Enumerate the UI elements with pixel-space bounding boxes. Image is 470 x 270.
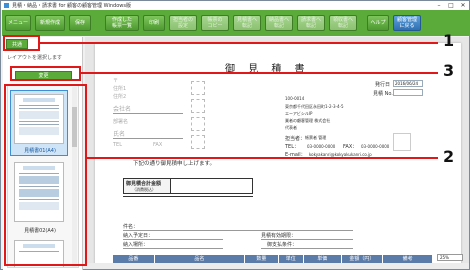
app-icon bbox=[4, 3, 9, 8]
company-postal[interactable]: 100-0014 bbox=[285, 96, 304, 101]
company-address1[interactable]: 東京都千代田区永田町1-2-3-4-5 bbox=[285, 104, 344, 110]
delivery-date-label: 納入予定日： bbox=[123, 233, 154, 239]
highlight-tab bbox=[3, 35, 40, 51]
subject-label: 件名： bbox=[123, 224, 139, 230]
issue-date-field[interactable]: 2016/06/24 bbox=[393, 80, 423, 87]
company-name[interactable]: 業者の顧客管理 株式会社 bbox=[285, 118, 330, 124]
to-estimate-button[interactable]: 見積書へ 転記 bbox=[233, 15, 261, 31]
fax-label: FAX： bbox=[343, 144, 358, 150]
client-fax[interactable]: FAX bbox=[153, 142, 162, 148]
to-receipt-button[interactable]: 領収書へ 転記 bbox=[329, 15, 357, 31]
callout-line-1 bbox=[40, 42, 438, 44]
back-to-customer-button[interactable]: 顧客管理 に戻る bbox=[393, 15, 421, 31]
title-bar: 見積・納品・請求書 for 顧客の顧客管理 Windows版 – □ ✕ bbox=[1, 1, 469, 10]
estimate-paper: 御 見 積 書 〒 住所1 住所2 会社名 部署名 氏名 TEL FAX 発行日… bbox=[95, 43, 461, 263]
maximize-icon[interactable]: □ bbox=[445, 1, 457, 10]
document-preview-area: 御 見 積 書 〒 住所1 住所2 会社名 部署名 氏名 TEL FAX 発行日… bbox=[85, 37, 469, 263]
zoom-select[interactable]: 25% bbox=[437, 254, 463, 261]
tel-label: TEL： bbox=[285, 144, 299, 150]
to-delivery-button[interactable]: 納品書へ 転記 bbox=[265, 15, 293, 31]
staff-settings-button[interactable]: 担当者の 設定 bbox=[169, 15, 197, 31]
total-label: 御見積合計金額 bbox=[126, 181, 162, 187]
col-item-name: 品名 bbox=[155, 255, 246, 263]
callout-line-3 bbox=[81, 72, 438, 74]
to-invoice-button[interactable]: 請求書へ 転記 bbox=[297, 15, 325, 31]
copy-document-button[interactable]: 帳票の コピー bbox=[201, 15, 229, 31]
horizontal-scrollbar[interactable] bbox=[85, 263, 469, 269]
save-button[interactable]: 保存 bbox=[69, 15, 91, 31]
company-sub[interactable]: 代表者 bbox=[285, 125, 297, 131]
tel-value[interactable]: 03-0000-0000 bbox=[307, 144, 335, 149]
col-amount: 金額（円） bbox=[342, 255, 384, 263]
client-address1[interactable]: 住所1 bbox=[113, 85, 126, 92]
col-unit-price: 単価 bbox=[304, 255, 342, 263]
new-document-button[interactable]: 新規作成 bbox=[35, 15, 65, 31]
help-button[interactable]: ヘルプ bbox=[367, 15, 389, 31]
issue-date-label: 発行日 bbox=[375, 82, 391, 88]
callout-number-2: 2 bbox=[443, 147, 455, 166]
client-tel[interactable]: TEL bbox=[113, 142, 122, 148]
client-department[interactable]: 部署名 bbox=[113, 118, 128, 125]
layout-hint: レイアウトを選択します bbox=[7, 55, 63, 61]
highlight-template-list bbox=[4, 84, 87, 266]
minimize-icon[interactable]: – bbox=[433, 1, 445, 10]
client-name[interactable]: 氏名 bbox=[113, 129, 125, 138]
client-address2[interactable]: 住所2 bbox=[113, 93, 126, 100]
payment-label: 御支払条件： bbox=[267, 242, 298, 248]
col-item-code: 品番 bbox=[113, 255, 155, 263]
estimate-number-label: 見積 No. bbox=[373, 91, 393, 97]
col-remarks: 備考 bbox=[383, 255, 433, 263]
estimate-message: 下記の通り御見積申し上げます。 bbox=[133, 161, 215, 167]
stamp-box bbox=[191, 135, 205, 149]
col-unit: 単位 bbox=[279, 255, 304, 263]
contact-label: 担当者： bbox=[285, 136, 306, 142]
validity-label: 見積有効期限： bbox=[261, 233, 297, 239]
estimate-number-field[interactable] bbox=[393, 89, 423, 96]
client-company[interactable]: 会社名 bbox=[113, 104, 131, 113]
stamp-box bbox=[191, 117, 205, 131]
col-quantity: 数量 bbox=[245, 255, 279, 263]
window-title: 見積・納品・請求書 for 顧客の顧客管理 Windows版 bbox=[12, 3, 131, 9]
main-toolbar: メニュー 新規作成 保存 作成した 帳票一覧 印刷 担当者の 設定 帳票の コピ… bbox=[2, 10, 470, 36]
company-seal-box bbox=[393, 133, 411, 151]
menu-button[interactable]: メニュー bbox=[5, 15, 31, 31]
delivery-place-label: 納入場所： bbox=[123, 242, 149, 248]
callout-line-2 bbox=[87, 157, 438, 159]
stamp-box bbox=[191, 99, 205, 113]
total-sublabel: （消費税込） bbox=[132, 187, 156, 192]
stamp-box bbox=[191, 81, 205, 95]
callout-number-3: 3 bbox=[443, 61, 455, 80]
items-table-header: 品番 品名 数量 単位 単価 金額（円） 備考 bbox=[113, 255, 433, 263]
close-icon[interactable]: ✕ bbox=[457, 1, 469, 10]
fax-value[interactable]: 03-0000-0000 bbox=[361, 144, 389, 149]
print-button[interactable]: 印刷 bbox=[143, 15, 165, 31]
contact-value[interactable]: 帳票者 管理 bbox=[305, 135, 326, 141]
client-postal[interactable]: 〒 bbox=[113, 77, 118, 84]
highlight-change-button bbox=[10, 66, 81, 81]
created-list-button[interactable]: 作成した 帳票一覧 bbox=[105, 15, 139, 31]
company-address2[interactable]: エーアビシルIP bbox=[285, 111, 312, 117]
callout-number-1: 1 bbox=[443, 31, 455, 50]
